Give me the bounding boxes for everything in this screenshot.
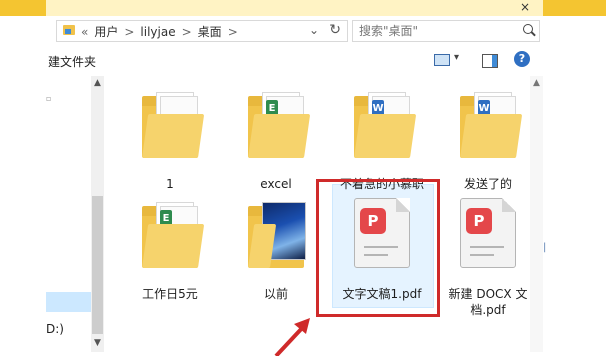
scroll-up-icon[interactable]: ▲ <box>94 78 101 88</box>
image-folder-icon <box>248 202 306 268</box>
close-icon[interactable]: × <box>520 0 530 14</box>
background-window-edge: | <box>543 16 606 356</box>
file-item[interactable]: E 工作日5元 <box>120 202 220 302</box>
file-label: excel <box>260 177 292 191</box>
breadcrumb-item-desktop[interactable]: 桌面 <box>198 23 222 40</box>
scroll-down-icon[interactable]: ▼ <box>94 338 101 348</box>
chevron-right-icon[interactable]: > <box>228 25 238 39</box>
file-item[interactable]: E excel <box>226 92 326 192</box>
file-item[interactable]: 以前 <box>226 202 326 302</box>
search-icon[interactable] <box>523 24 533 34</box>
change-view-icon[interactable] <box>434 54 450 66</box>
folder-icon: W <box>354 92 417 158</box>
file-item[interactable]: W 发送了的 <box>438 92 538 192</box>
help-icon[interactable]: ? <box>514 51 530 67</box>
refresh-icon[interactable]: ↻ <box>329 22 341 38</box>
navigation-bar: « 用户 > lilyjae > 桌面 > ⌄ ↻ <box>46 16 543 44</box>
view-options-dropdown-icon[interactable]: ▾ <box>454 52 459 63</box>
highlight-frame <box>316 179 440 317</box>
breadcrumb-item-user[interactable]: lilyjae <box>140 25 175 39</box>
chevron-right-icon[interactable]: > <box>124 25 134 39</box>
pdf-file-icon: P <box>460 198 516 268</box>
chevron-right-icon[interactable]: > <box>182 25 192 39</box>
new-folder-button[interactable]: 建文件夹 <box>48 53 96 70</box>
folder-icon <box>63 25 75 35</box>
command-bar: 建文件夹 ▾ ? <box>46 44 543 77</box>
title-bar-left <box>0 0 46 16</box>
title-bar-pane <box>46 0 543 16</box>
address-dropdown-icon[interactable]: ⌄ <box>309 23 319 37</box>
scroll-up-icon[interactable]: ▲ <box>533 78 540 88</box>
search-input[interactable] <box>357 22 521 40</box>
file-item[interactable]: 1 <box>120 92 220 192</box>
breadcrumb: « 用户 > lilyjae > 桌面 > <box>81 23 238 40</box>
navigation-pane: ▫ D:) ▲ ▼ <box>46 76 104 352</box>
folder-icon: W <box>460 92 523 158</box>
nav-scrollbar-thumb[interactable] <box>92 196 103 334</box>
search-box[interactable] <box>352 20 540 42</box>
file-label: 新建 DOCX 文档.pdf <box>448 287 528 317</box>
title-bar-right <box>543 0 606 16</box>
file-item[interactable]: P 新建 DOCX 文档.pdf <box>438 190 538 320</box>
folder-icon: E <box>142 202 205 268</box>
address-bar[interactable]: « 用户 > lilyjae > 桌面 > ⌄ ↻ <box>56 20 348 42</box>
tree-marker: ▫ <box>46 94 52 103</box>
overflow-chevron-icon[interactable]: « <box>81 25 88 39</box>
window-title-bar: × <box>0 0 606 16</box>
file-label: 工作日5元 <box>142 287 198 301</box>
breadcrumb-item-users[interactable]: 用户 <box>94 23 118 40</box>
pdf-logo-icon: P <box>466 208 492 234</box>
preview-pane-icon[interactable] <box>482 54 498 68</box>
folder-icon <box>142 92 205 158</box>
file-label: 1 <box>166 177 174 191</box>
edge-mark: | <box>543 242 547 253</box>
file-item[interactable]: W 不着急的小慕职 <box>332 92 432 192</box>
nav-item-drive-d[interactable]: D:) <box>46 322 64 336</box>
folder-icon: E <box>248 92 311 158</box>
file-label: 以前 <box>263 287 288 301</box>
nav-selected-item[interactable] <box>46 292 91 312</box>
